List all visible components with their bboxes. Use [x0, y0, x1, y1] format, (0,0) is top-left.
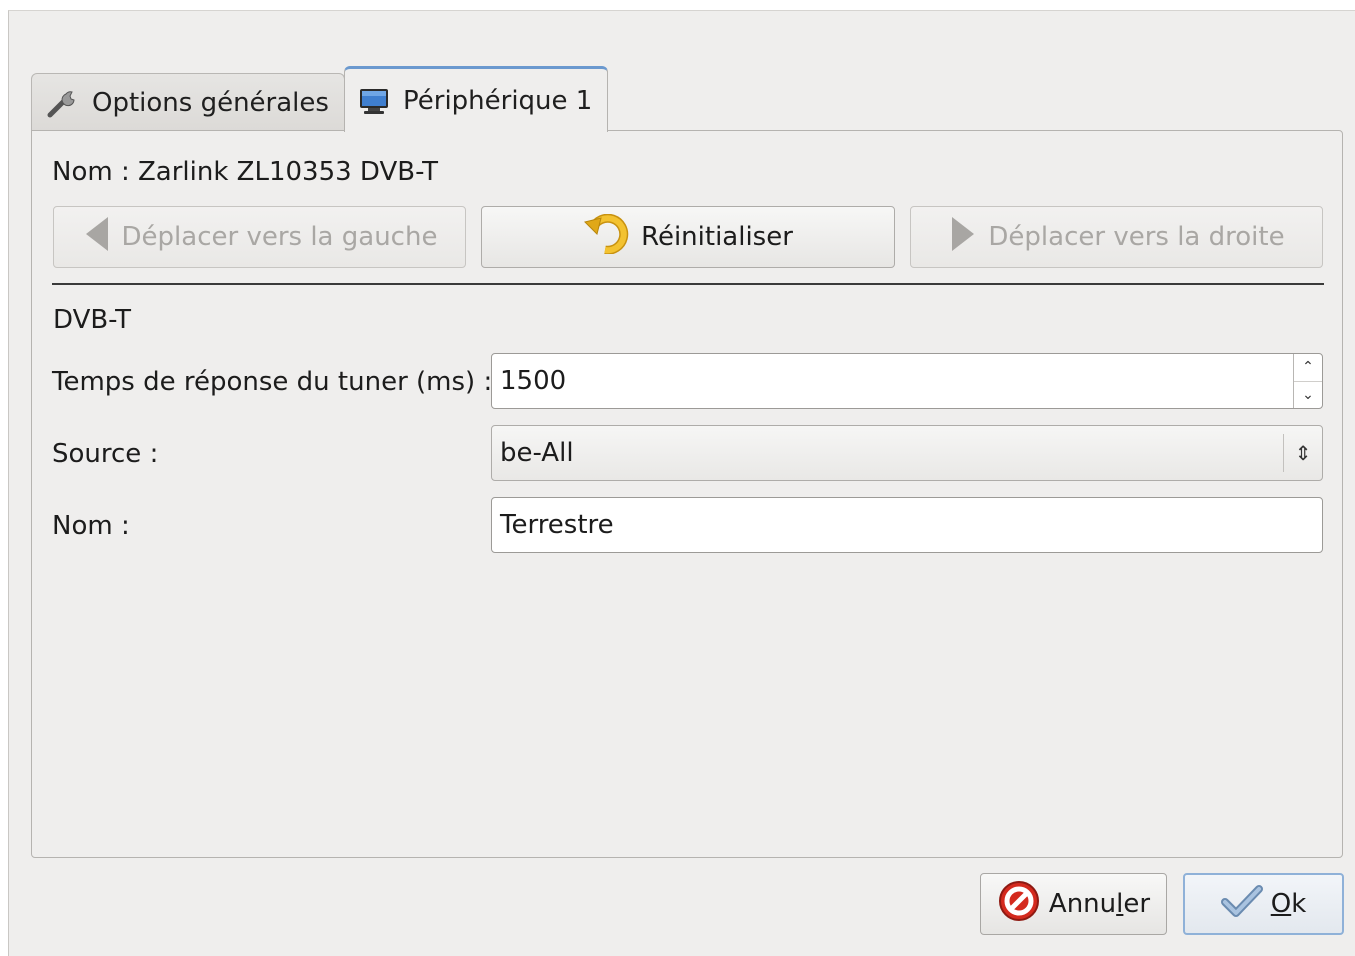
tab-general-options[interactable]: Options générales [31, 73, 345, 131]
source-select[interactable]: be-All ⇕ [491, 425, 1323, 481]
arrow-left-icon [82, 215, 112, 260]
section-title: DVB-T [53, 305, 132, 335]
ok-button[interactable]: Ok [1183, 873, 1344, 935]
move-left-label: Déplacer vers la gauche [121, 222, 438, 252]
move-right-label: Déplacer vers la droite [988, 222, 1285, 252]
tuner-response-value: 1500 [500, 366, 567, 396]
move-left-button[interactable]: Déplacer vers la gauche [53, 206, 466, 268]
cancel-icon [997, 879, 1041, 930]
tab-device-1-label: Périphérique 1 [403, 85, 593, 116]
name-input-value: Terrestre [500, 510, 614, 540]
wrench-icon [46, 88, 80, 118]
cancel-button[interactable]: Annuler [980, 873, 1167, 935]
name-label: Nom : [52, 511, 130, 541]
select-arrows-icon: ⇕ [1283, 434, 1322, 472]
reset-button[interactable]: Réinitialiser [481, 206, 895, 268]
section-divider [52, 283, 1324, 285]
name-input[interactable]: Terrestre [491, 497, 1323, 553]
tuner-response-label: Temps de réponse du tuner (ms) : [52, 367, 493, 397]
cancel-label: Annuler [1048, 889, 1151, 919]
spin-up-button[interactable]: ⌃ [1294, 354, 1322, 382]
settings-dialog: Options générales Périphérique 1 Nom : Z… [8, 10, 1355, 956]
reset-label: Réinitialiser [641, 222, 793, 252]
checkmark-icon [1220, 884, 1263, 925]
undo-icon [583, 213, 631, 261]
tab-general-options-label: Options générales [92, 87, 329, 118]
arrow-right-icon [948, 215, 978, 260]
device-name-label: Nom : Zarlink ZL10353 DVB-T [52, 157, 438, 187]
source-label: Source : [52, 439, 159, 469]
move-right-button[interactable]: Déplacer vers la droite [910, 206, 1323, 268]
ok-label: Ok [1270, 889, 1307, 919]
tab-device-1[interactable]: Périphérique 1 [344, 66, 608, 132]
spin-down-button[interactable]: ⌄ [1294, 382, 1322, 409]
monitor-icon [357, 86, 391, 116]
tuner-response-spinbox[interactable]: 1500 ⌃ ⌄ [491, 353, 1323, 409]
source-selected-value: be-All [500, 438, 574, 468]
spin-buttons: ⌃ ⌄ [1293, 354, 1322, 408]
device-panel: Nom : Zarlink ZL10353 DVB-T Déplacer ver… [31, 130, 1343, 858]
